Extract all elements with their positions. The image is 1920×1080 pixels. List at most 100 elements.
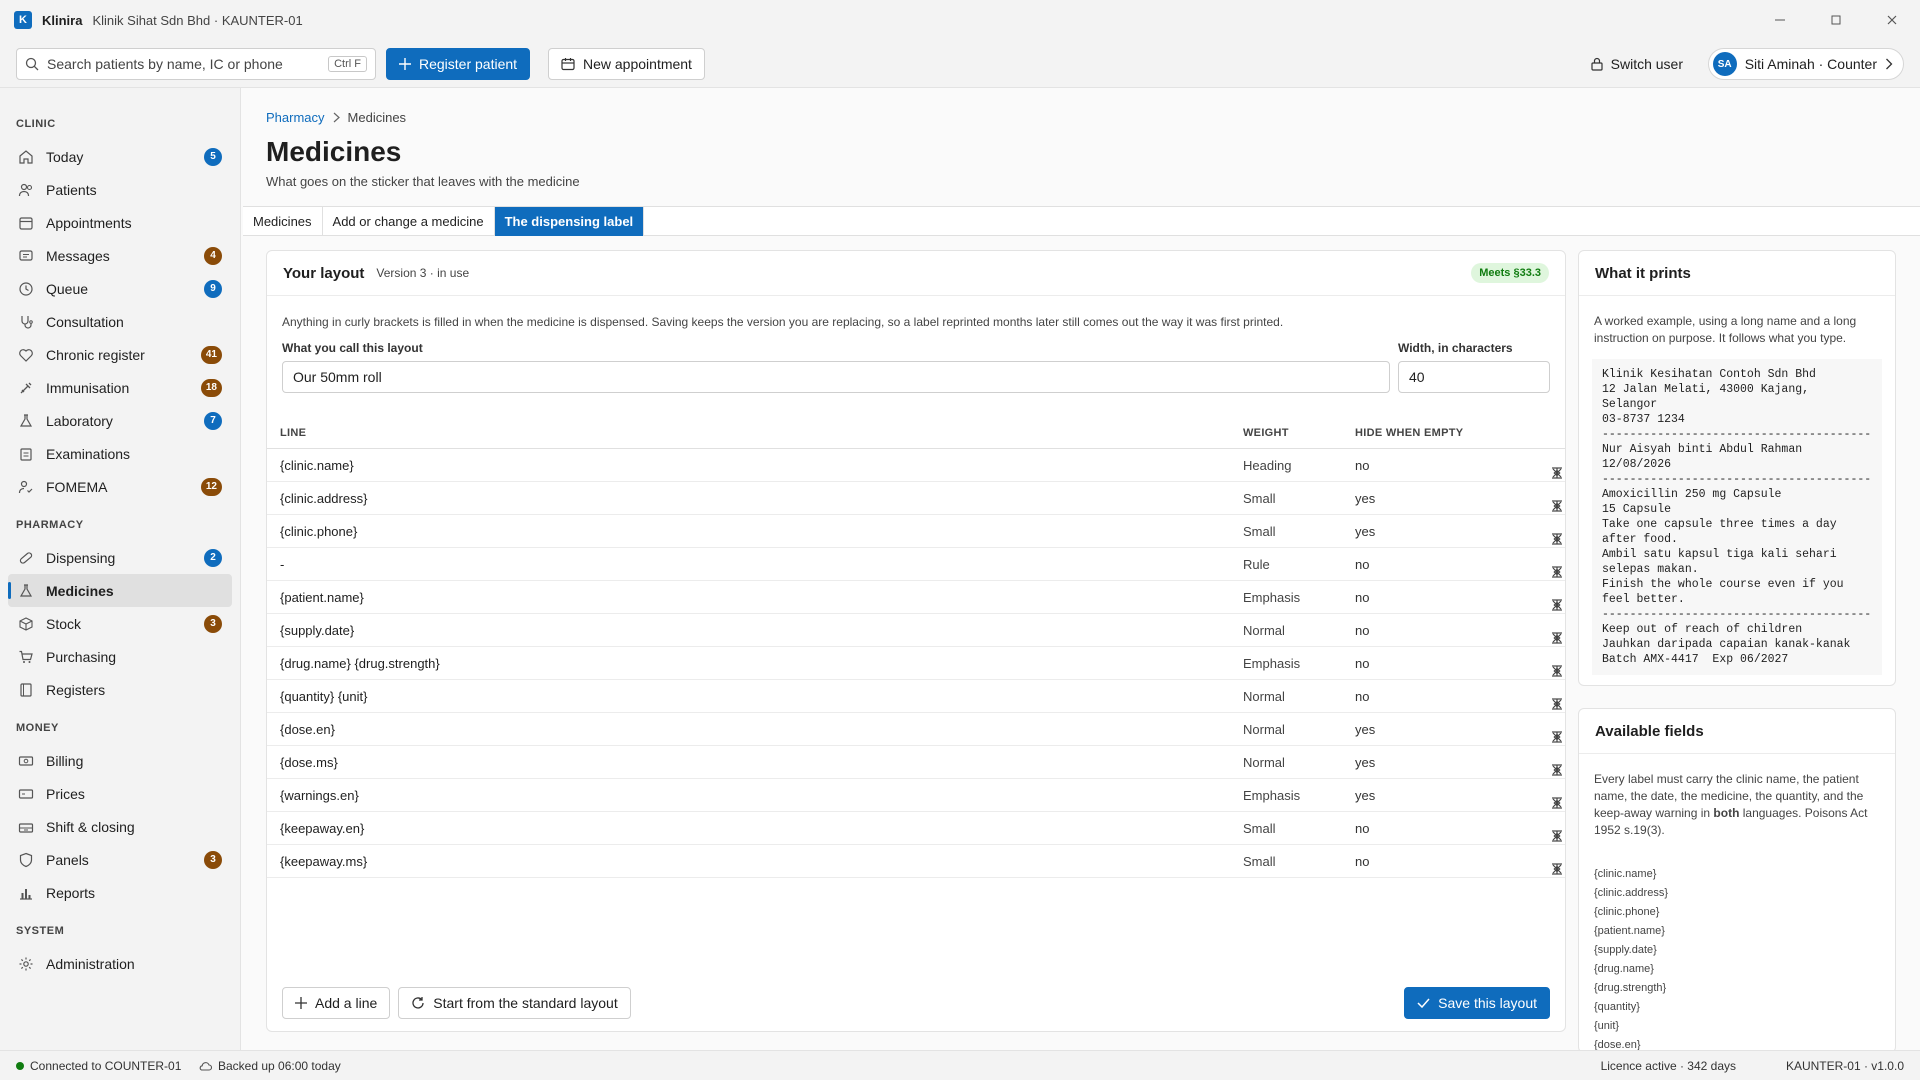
field-token[interactable]: {clinic.phone} xyxy=(1594,903,1668,922)
width-input[interactable] xyxy=(1398,361,1550,393)
preview-line: Selangor xyxy=(1602,398,1658,411)
remove-line-icon[interactable] xyxy=(1549,465,1565,481)
sidebar-item-stock[interactable]: Stock 3 xyxy=(8,607,232,640)
remove-line-icon[interactable] xyxy=(1549,795,1565,811)
field-token[interactable]: {drug.name} xyxy=(1594,960,1668,979)
line-weight[interactable]: Rule xyxy=(1243,557,1270,572)
user-menu[interactable]: SA Siti Aminah · Counter xyxy=(1707,48,1904,80)
layout-card-title: Your layout xyxy=(283,264,365,282)
page-subtitle: What goes on the sticker that leaves wit… xyxy=(266,174,580,189)
line-weight[interactable]: Small xyxy=(1243,524,1276,539)
line-hide-when-empty[interactable]: no xyxy=(1355,854,1369,869)
sidebar-item-today[interactable]: Today 5 xyxy=(8,140,232,173)
layout-name-input[interactable] xyxy=(282,361,1390,393)
sidebar-item-examinations[interactable]: Examinations xyxy=(8,437,232,470)
standard-layout-button[interactable]: Start from the standard layout xyxy=(398,987,631,1019)
sidebar-item-patients[interactable]: Patients xyxy=(8,173,232,206)
sidebar-item-panels[interactable]: Panels 3 xyxy=(8,843,232,876)
cart-icon xyxy=(18,649,34,665)
sidebar-item-medicines[interactable]: Medicines xyxy=(8,574,232,607)
close-icon[interactable] xyxy=(1864,0,1920,40)
sidebar-item-prices[interactable]: Prices xyxy=(8,777,232,810)
line-hide-when-empty[interactable]: no xyxy=(1355,458,1369,473)
line-hide-when-empty[interactable]: no xyxy=(1355,656,1369,671)
line-weight[interactable]: Small xyxy=(1243,821,1276,836)
remove-line-icon[interactable] xyxy=(1549,861,1565,877)
sidebar-item-consultation[interactable]: Consultation xyxy=(8,305,232,338)
sidebar-item-dispensing[interactable]: Dispensing 2 xyxy=(8,541,232,574)
remove-line-icon[interactable] xyxy=(1549,498,1565,514)
sidebar-item-appointments[interactable]: Appointments xyxy=(8,206,232,239)
sidebar-item-billing[interactable]: Billing xyxy=(8,744,232,777)
table-row: {keepaway.en} Small no xyxy=(267,812,1565,845)
remove-line-icon[interactable] xyxy=(1549,762,1565,778)
line-hide-when-empty[interactable]: yes xyxy=(1355,722,1375,737)
line-hide-when-empty[interactable]: no xyxy=(1355,821,1369,836)
line-hide-when-empty[interactable]: no xyxy=(1355,623,1369,638)
search-box[interactable]: Ctrl F xyxy=(16,48,376,80)
sidebar-item-shift-closing[interactable]: Shift & closing xyxy=(8,810,232,843)
tab-bar: Medicines Add or change a medicine The dis… xyxy=(243,206,1920,236)
remove-line-icon[interactable] xyxy=(1549,597,1565,613)
fields-list: {clinic.name} {clinic.address} {clinic.pho… xyxy=(1594,865,1668,1055)
line-weight[interactable]: Emphasis xyxy=(1243,590,1300,605)
preview-line: 03-8737 1234 xyxy=(1602,413,1685,426)
count-badge: 12 xyxy=(200,477,222,496)
line-weight[interactable]: Emphasis xyxy=(1243,788,1300,803)
sidebar-item-registers[interactable]: Registers xyxy=(8,673,232,706)
search-input[interactable] xyxy=(47,56,329,72)
line-hide-when-empty[interactable]: yes xyxy=(1355,755,1375,770)
line-weight[interactable]: Emphasis xyxy=(1243,656,1300,671)
remove-line-icon[interactable] xyxy=(1549,828,1565,844)
new-appointment-button[interactable]: New appointment xyxy=(548,48,705,80)
maximize-icon[interactable] xyxy=(1808,0,1864,40)
sidebar-item-fomema[interactable]: FOMEMA 12 xyxy=(8,470,232,503)
sidebar-item-laboratory[interactable]: Laboratory 7 xyxy=(8,404,232,437)
field-token[interactable]: {supply.date} xyxy=(1594,941,1668,960)
pill-icon xyxy=(18,550,34,566)
sidebar-item-queue[interactable]: Queue 9 xyxy=(8,272,232,305)
minimize-icon[interactable] xyxy=(1752,0,1808,40)
line-weight[interactable]: Small xyxy=(1243,491,1276,506)
tab-1[interactable]: Add or change a medicine xyxy=(323,207,495,236)
line-weight[interactable]: Normal xyxy=(1243,755,1285,770)
save-layout-button[interactable]: Save this layout xyxy=(1404,987,1550,1019)
sidebar-item-immunisation[interactable]: Immunisation 18 xyxy=(8,371,232,404)
field-token[interactable]: {clinic.name} xyxy=(1594,865,1668,884)
line-weight[interactable]: Normal xyxy=(1243,722,1285,737)
sidebar-item-messages[interactable]: Messages 4 xyxy=(8,239,232,272)
remove-line-icon[interactable] xyxy=(1549,696,1565,712)
remove-line-icon[interactable] xyxy=(1549,630,1565,646)
sidebar-item-chronic-register[interactable]: Chronic register 41 xyxy=(8,338,232,371)
line-hide-when-empty[interactable]: no xyxy=(1355,557,1369,572)
switch-user-button[interactable]: Switch user xyxy=(1579,48,1695,80)
field-token[interactable]: {unit} xyxy=(1594,1017,1668,1036)
preview-line: selepas makan. xyxy=(1602,563,1699,576)
field-token[interactable]: {clinic.address} xyxy=(1594,884,1668,903)
sidebar-item-administration[interactable]: Administration xyxy=(8,947,232,980)
line-weight[interactable]: Normal xyxy=(1243,623,1285,638)
layout-name-label: What you call this layout xyxy=(282,341,423,355)
field-token[interactable]: {quantity} xyxy=(1594,998,1668,1017)
register-patient-button[interactable]: Register patient xyxy=(386,48,531,80)
line-weight[interactable]: Normal xyxy=(1243,689,1285,704)
remove-line-icon[interactable] xyxy=(1549,663,1565,679)
tab-2[interactable]: The dispensing label xyxy=(494,207,645,236)
add-line-button[interactable]: Add a line xyxy=(282,987,391,1019)
line-hide-when-empty[interactable]: no xyxy=(1355,590,1369,605)
remove-line-icon[interactable] xyxy=(1549,729,1565,745)
line-hide-when-empty[interactable]: yes xyxy=(1355,788,1375,803)
breadcrumb-pharmacy[interactable]: Pharmacy xyxy=(266,110,325,125)
line-hide-when-empty[interactable]: yes xyxy=(1355,524,1375,539)
line-hide-when-empty[interactable]: yes xyxy=(1355,491,1375,506)
sidebar-item-purchasing[interactable]: Purchasing xyxy=(8,640,232,673)
remove-line-icon[interactable] xyxy=(1549,564,1565,580)
line-weight[interactable]: Small xyxy=(1243,854,1276,869)
line-hide-when-empty[interactable]: no xyxy=(1355,689,1369,704)
remove-line-icon[interactable] xyxy=(1549,531,1565,547)
line-weight[interactable]: Heading xyxy=(1243,458,1291,473)
tab-0[interactable]: Medicines xyxy=(243,207,323,236)
sidebar-item-reports[interactable]: Reports xyxy=(8,876,232,909)
field-token[interactable]: {patient.name} xyxy=(1594,922,1668,941)
field-token[interactable]: {drug.strength} xyxy=(1594,979,1668,998)
